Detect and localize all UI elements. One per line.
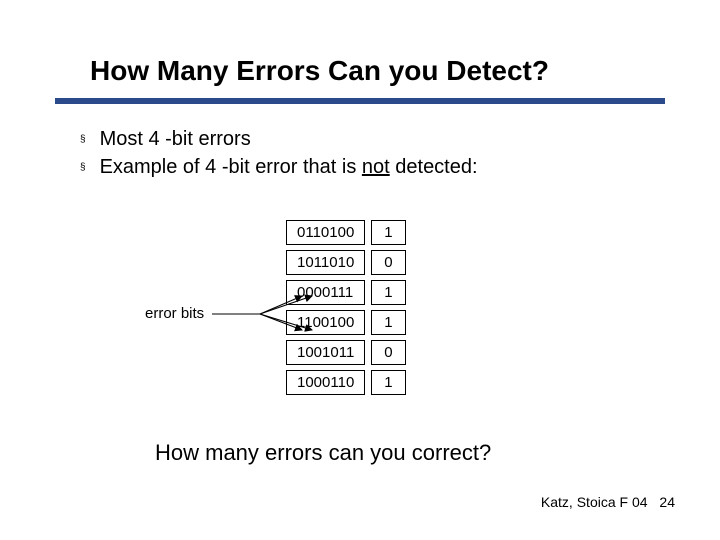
table-row: 1001011 0: [286, 340, 406, 365]
bullet-underline: not: [362, 156, 390, 178]
bullet-suffix: detected:: [390, 156, 478, 178]
parity-cell: 1: [371, 310, 405, 335]
parity-cell: 1: [371, 220, 405, 245]
table-row: 0000111 1: [286, 280, 406, 305]
footer-text: Katz, Stoica F 04: [541, 494, 648, 510]
codeword-cell: 1001011: [286, 340, 365, 365]
codeword-cell: 1100100: [286, 310, 365, 335]
table-row: 0110100 1: [286, 220, 406, 245]
title-divider: [55, 98, 665, 104]
bullet-item: § Most 4 -bit errors: [80, 125, 478, 153]
closing-question: How many errors can you correct?: [155, 440, 491, 466]
slide-title: How Many Errors Can you Detect?: [90, 55, 549, 87]
parity-cell: 0: [371, 250, 405, 275]
codeword-table: 0110100 1 1011010 0 0000111 1 1100100 1 …: [280, 215, 412, 400]
bullet-text: Most 4 -bit errors: [100, 128, 251, 150]
bullet-marker-icon: §: [80, 161, 86, 175]
slide-footer: Katz, Stoica F 04 24: [541, 494, 675, 510]
bullet-item: § Example of 4 -bit error that is not de…: [80, 153, 478, 181]
bullet-list: § Most 4 -bit errors § Example of 4 -bit…: [80, 125, 478, 181]
bullet-marker-icon: §: [80, 133, 86, 147]
page-number: 24: [659, 494, 675, 510]
codeword-cell: 0000111: [286, 280, 365, 305]
table-row: 1011010 0: [286, 250, 406, 275]
codeword-cell: 1000110: [286, 370, 365, 395]
error-bits-label: error bits: [145, 305, 204, 322]
parity-cell: 0: [371, 340, 405, 365]
codeword-cell: 0110100: [286, 220, 365, 245]
bullet-text: Example of 4 -bit error that is: [100, 156, 362, 178]
table-row: 1100100 1: [286, 310, 406, 335]
parity-cell: 1: [371, 370, 405, 395]
codeword-cell: 1011010: [286, 250, 365, 275]
parity-cell: 1: [371, 280, 405, 305]
table-row: 1000110 1: [286, 370, 406, 395]
